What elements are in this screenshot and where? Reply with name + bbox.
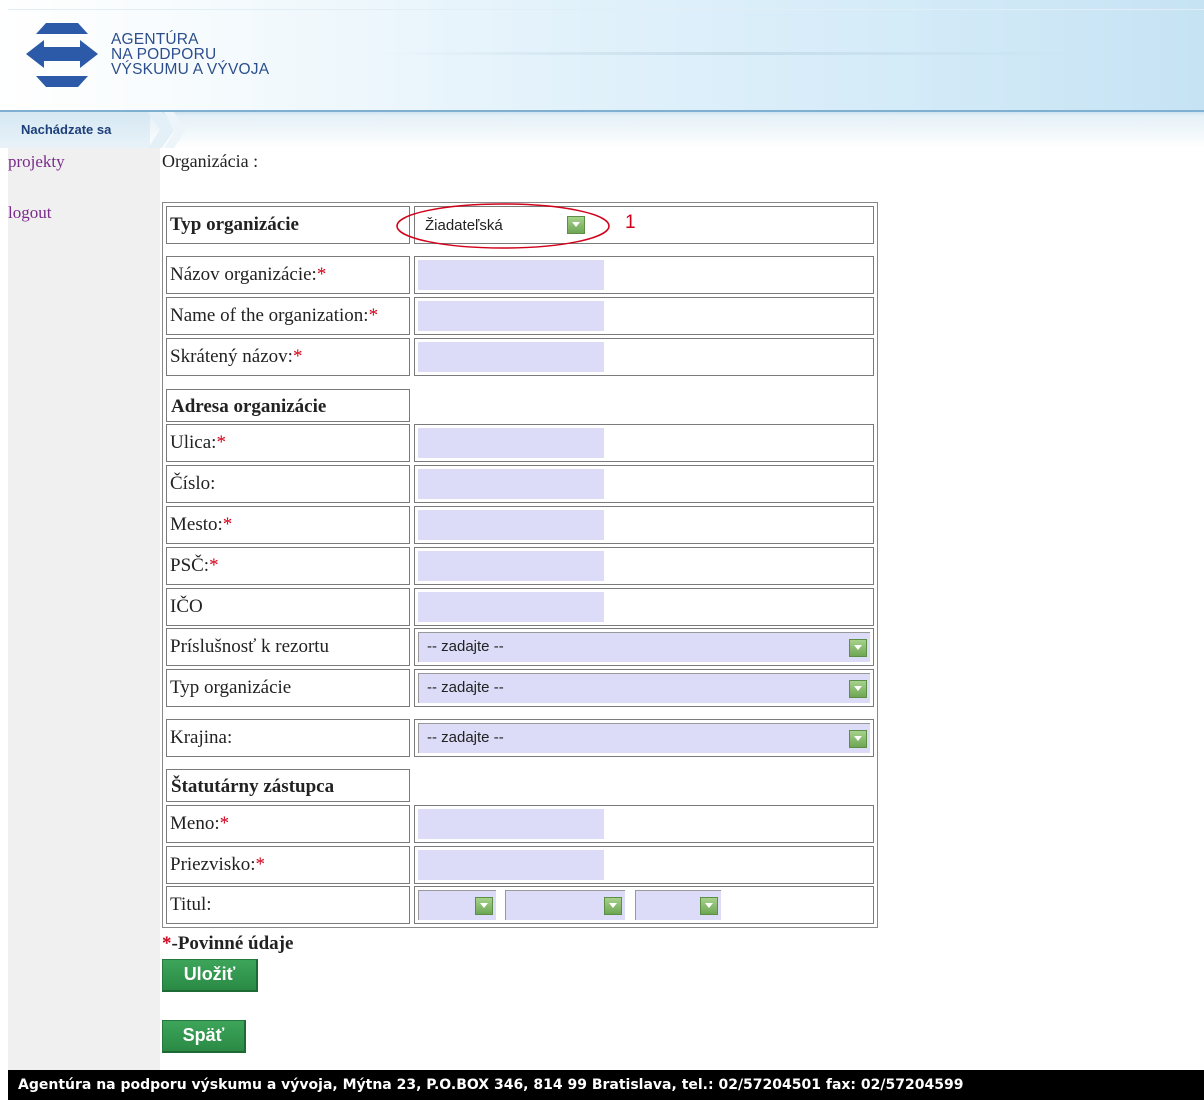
title-label: Titul:	[166, 886, 410, 924]
field-row-street: Ulica:*	[166, 424, 874, 462]
logo-line-1: AGENTÚRA	[111, 31, 199, 48]
city-cell	[414, 506, 874, 544]
breadcrumb-label: Nachádzate sa	[21, 122, 112, 137]
org-name-label: Názov organizácie:*	[166, 256, 410, 294]
country-select[interactable]: -- zadajte --	[418, 723, 870, 753]
address-section-heading: Adresa organizácie	[166, 389, 410, 422]
chevron-down-icon[interactable]	[475, 897, 493, 915]
chevron-down-icon[interactable]	[849, 639, 867, 657]
logo-line-3: VÝSKUMU A VÝVOJA	[111, 61, 270, 78]
required-note-text: -Povinné údaje	[171, 933, 294, 954]
chevron-down-icon[interactable]	[604, 897, 622, 915]
street-label: Ulica:*	[166, 424, 410, 462]
required-note-star: *	[162, 933, 172, 954]
save-button[interactable]: Uložiť	[162, 959, 258, 992]
zip-cell	[414, 547, 874, 585]
sidebar-item-projekty[interactable]: projekty	[8, 152, 65, 172]
field-row-org-type-2: Typ organizácie -- zadajte --	[166, 669, 874, 707]
last-name-cell	[414, 846, 874, 884]
org-name-input[interactable]	[418, 260, 604, 290]
org-name-en-label: Name of the organization:*	[166, 297, 410, 335]
field-row-zip: PSČ:*	[166, 547, 874, 585]
sidebar-item-logout[interactable]: logout	[8, 203, 51, 223]
short-name-label: Skrátený názov:*	[166, 338, 410, 376]
field-row-ministry: Príslušnosť k rezortu -- zadajte --	[166, 628, 874, 666]
chevron-down-icon[interactable]	[849, 680, 867, 698]
field-row-org-name: Názov organizácie:*	[166, 256, 874, 294]
header-decoration	[380, 52, 1080, 55]
country-label: Krajina:	[166, 719, 410, 757]
chevron-down-icon[interactable]	[849, 730, 867, 748]
ico-input[interactable]	[418, 592, 604, 622]
last-name-label: Priezvisko:*	[166, 846, 410, 884]
ministry-cell: -- zadajte --	[414, 628, 874, 666]
street-input[interactable]	[418, 428, 604, 458]
country-select-value: -- zadajte --	[427, 729, 504, 746]
first-name-cell	[414, 805, 874, 843]
breadcrumb: Nachádzate sa	[0, 110, 1204, 148]
representative-section-heading: Štatutárny zástupca	[166, 769, 410, 802]
zip-input[interactable]	[418, 551, 604, 581]
ico-label: IČO	[166, 588, 410, 626]
first-name-input[interactable]	[418, 809, 604, 839]
org-type-label: Typ organizácie	[166, 206, 410, 244]
annotation-number: 1	[625, 212, 636, 233]
first-name-label: Meno:*	[166, 805, 410, 843]
ministry-label: Príslušnosť k rezortu	[166, 628, 410, 666]
short-name-input[interactable]	[418, 342, 604, 372]
required-note: *-Povinné údaje	[162, 933, 293, 955]
logo-icon	[26, 23, 98, 87]
short-name-cell	[414, 338, 874, 376]
back-button[interactable]: Späť	[162, 1020, 246, 1053]
org-name-en-input[interactable]	[418, 301, 604, 331]
annotation-ellipse	[396, 203, 610, 249]
title-cell	[414, 886, 874, 924]
title-select-2[interactable]	[505, 890, 625, 920]
country-cell: -- zadajte --	[414, 719, 874, 757]
chevron-down-icon[interactable]	[700, 897, 718, 915]
ministry-select[interactable]: -- zadajte --	[418, 632, 870, 662]
org-name-cell	[414, 256, 874, 294]
zip-label: PSČ:*	[166, 547, 410, 585]
org-type-2-label: Typ organizácie	[166, 669, 410, 707]
sidebar: projekty logout	[8, 148, 160, 1070]
ico-cell	[414, 588, 874, 626]
footer: Agentúra na podporu výskumu a vývoja, Mý…	[8, 1070, 1204, 1100]
title-select-3[interactable]	[635, 890, 721, 920]
header: AGENTÚRA NA PODPORU VÝSKUMU A VÝVOJA	[0, 0, 1204, 110]
field-row-city: Mesto:*	[166, 506, 874, 544]
breadcrumb-label-box: Nachádzate sa	[0, 112, 150, 148]
number-cell	[414, 465, 874, 503]
page-title: Organizácia :	[162, 151, 259, 171]
breadcrumb-chevron-icon	[148, 112, 186, 148]
org-type-2-select[interactable]: -- zadajte --	[418, 673, 870, 703]
street-cell	[414, 424, 874, 462]
title-select-1[interactable]	[418, 890, 496, 920]
org-type-2-select-value: -- zadajte --	[427, 679, 504, 696]
logo-line-2: NA PODPORU	[111, 46, 217, 63]
number-input[interactable]	[418, 469, 604, 499]
header-top-line	[8, 9, 1204, 10]
org-type-2-cell: -- zadajte --	[414, 669, 874, 707]
ministry-select-value: -- zadajte --	[427, 638, 504, 655]
org-name-en-cell	[414, 297, 874, 335]
number-label: Číslo:	[166, 465, 410, 503]
logo-text: AGENTÚRA NA PODPORU VÝSKUMU A VÝVOJA	[111, 31, 270, 78]
field-row-short-name: Skrátený názov:*	[166, 338, 874, 376]
field-row-org-name-en: Name of the organization:*	[166, 297, 874, 335]
city-label: Mesto:*	[166, 506, 410, 544]
city-input[interactable]	[418, 510, 604, 540]
field-row-number: Číslo:	[166, 465, 874, 503]
last-name-input[interactable]	[418, 850, 604, 880]
field-row-country: Krajina: -- zadajte --	[166, 719, 874, 757]
field-row-title: Titul:	[166, 886, 874, 924]
field-row-first-name: Meno:*	[166, 805, 874, 843]
field-row-last-name: Priezvisko:*	[166, 846, 874, 884]
field-row-ico: IČO	[166, 588, 874, 626]
